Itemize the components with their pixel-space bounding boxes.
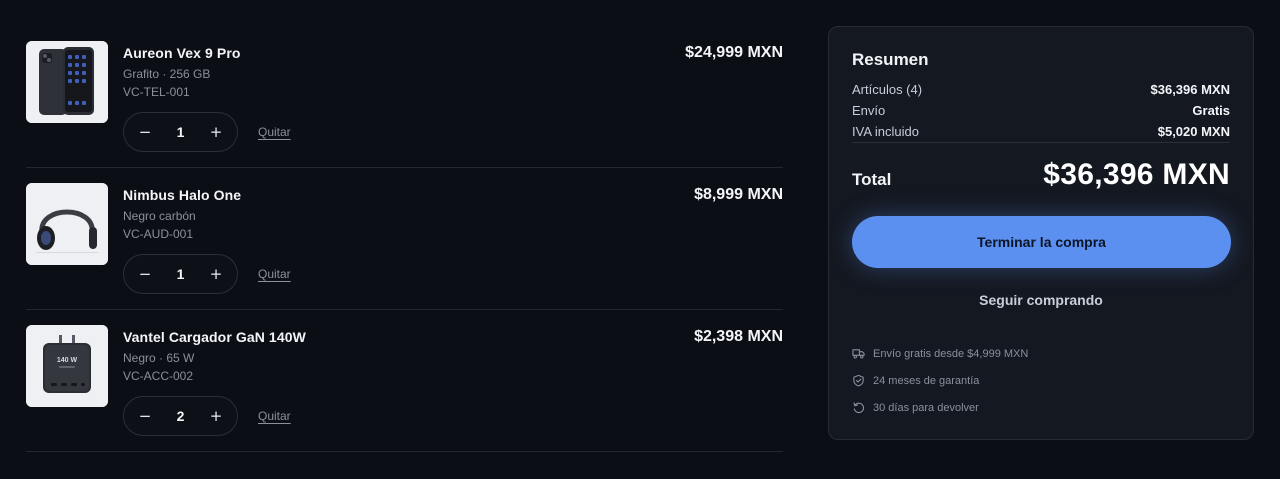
cart-page: Aureon Vex 9 Pro Grafito · 256 GB VC-TEL…: [0, 0, 1280, 479]
product-name[interactable]: Aureon Vex 9 Pro: [123, 45, 241, 61]
summary-row-items: Artículos (4) $36,396 MXN: [852, 82, 1230, 97]
increase-quantity-button[interactable]: +: [207, 123, 225, 141]
cart-item: 140 W Vantel Cargador GaN 140W Negro · 6…: [26, 310, 783, 452]
quantity-stepper: − 2 +: [123, 396, 238, 436]
cart-item: Nimbus Halo One Negro carbón VC-AUD-001 …: [26, 168, 783, 310]
continue-shopping-button[interactable]: Seguir comprando: [829, 292, 1253, 308]
remove-item-link[interactable]: Quitar: [258, 125, 291, 139]
product-price: $8,999 MXN: [694, 186, 783, 203]
remove-item-link[interactable]: Quitar: [258, 409, 291, 423]
summary-row-value: $36,396 MXN: [1150, 82, 1231, 97]
summary-row-tax: IVA incluido $5,020 MXN: [852, 124, 1230, 139]
quantity-stepper: − 1 +: [123, 112, 238, 152]
increase-quantity-button[interactable]: +: [207, 265, 225, 283]
product-image-phone[interactable]: [26, 41, 108, 123]
quantity-value: 2: [176, 408, 185, 424]
increase-quantity-button[interactable]: +: [207, 407, 225, 425]
charger-image: 140 W: [26, 325, 108, 407]
perk-free-shipping: Envío gratis desde $4,999 MXN: [852, 347, 1028, 360]
return-icon: [853, 402, 865, 414]
product-sku: VC-ACC-002: [123, 369, 194, 383]
decrease-quantity-button[interactable]: −: [136, 265, 154, 283]
product-variant: Grafito · 256 GB: [123, 67, 211, 81]
phone-image: [26, 41, 108, 123]
cart-item: Aureon Vex 9 Pro Grafito · 256 GB VC-TEL…: [26, 26, 783, 168]
checkout-button[interactable]: Terminar la compra: [852, 216, 1231, 268]
decrease-quantity-button[interactable]: −: [136, 123, 154, 141]
charger-label: 140 W: [57, 357, 78, 364]
headphones-image: [26, 183, 108, 265]
truck-icon: [852, 349, 865, 359]
summary-row-label: Envío: [852, 103, 886, 118]
perk-text: 24 meses de garantía: [873, 374, 980, 387]
product-price: $24,999 MXN: [685, 44, 783, 61]
quantity-value: 1: [176, 266, 185, 282]
product-image-charger[interactable]: 140 W: [26, 325, 108, 407]
summary-row-label: Artículos (4): [852, 82, 923, 97]
decrease-quantity-button[interactable]: −: [136, 407, 154, 425]
perk-warranty: 24 meses de garantía: [852, 374, 979, 387]
perk-returns: 30 días para devolver: [852, 401, 979, 414]
summary-row-value: Gratis: [1192, 103, 1230, 118]
summary-row-shipping: Envío Gratis: [852, 103, 1230, 118]
remove-item-link[interactable]: Quitar: [258, 267, 291, 281]
order-summary-card: Resumen Artículos (4) $36,396 MXN Envío …: [828, 26, 1254, 440]
product-image-headphones[interactable]: [26, 183, 108, 265]
total-label: Total: [852, 170, 892, 189]
summary-row-value: $5,020 MXN: [1157, 124, 1230, 139]
product-name[interactable]: Nimbus Halo One: [123, 187, 241, 203]
shield-icon: [853, 374, 864, 387]
total-value: $36,396 MXN: [1043, 158, 1230, 191]
summary-divider: [852, 142, 1230, 143]
summary-title: Resumen: [852, 50, 929, 69]
quantity-value: 1: [176, 124, 185, 140]
product-variant: Negro carbón: [123, 209, 196, 223]
perk-text: Envío gratis desde $4,999 MXN: [873, 347, 1029, 360]
cart-list: Aureon Vex 9 Pro Grafito · 256 GB VC-TEL…: [26, 26, 783, 452]
product-variant: Negro · 65 W: [123, 351, 195, 365]
product-price: $2,398 MXN: [694, 328, 783, 345]
quantity-stepper: − 1 +: [123, 254, 238, 294]
product-sku: VC-TEL-001: [123, 85, 190, 99]
product-name[interactable]: Vantel Cargador GaN 140W: [123, 329, 306, 345]
product-sku: VC-AUD-001: [123, 227, 194, 241]
perk-text: 30 días para devolver: [873, 401, 979, 414]
summary-row-label: IVA incluido: [852, 124, 919, 139]
